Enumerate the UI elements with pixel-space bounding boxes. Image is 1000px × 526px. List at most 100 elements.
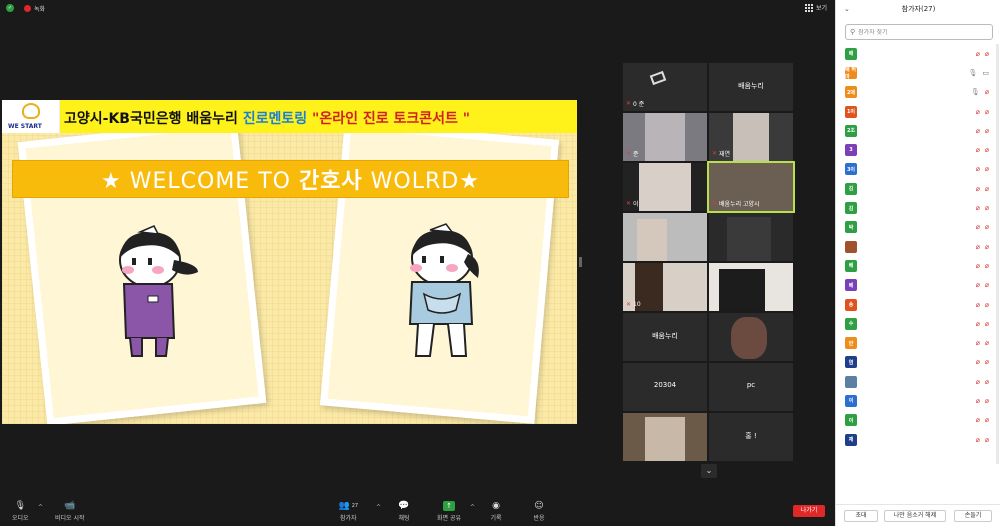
participant-row[interactable]: 2매 🎙 ⌀ — [836, 83, 1000, 102]
microphone-muted-icon[interactable]: ⌀ — [976, 281, 980, 289]
audio-button[interactable]: 🎙 오디오 — [12, 500, 29, 523]
invite-button[interactable]: 초대 — [844, 510, 878, 522]
microphone-muted-icon[interactable]: ⌀ — [976, 436, 980, 444]
participant-row[interactable]: 박 ⌀ ⌀ — [836, 218, 1000, 237]
chevron-down-icon[interactable]: ⌄ — [701, 464, 717, 478]
share-screen-button[interactable]: ↑ 화면 공유 — [437, 500, 461, 522]
participant-row[interactable]: 3이 ⌀ ⌀ — [836, 160, 1000, 179]
participant-row[interactable]: 염 ⌀ ⌀ — [836, 353, 1000, 372]
microphone-icon[interactable]: 🎙 — [971, 88, 980, 96]
camera-off-icon[interactable]: ⌀ — [985, 204, 989, 212]
participant-row[interactable]: 베 ⌀ ⌀ — [836, 276, 1000, 295]
microphone-muted-icon[interactable]: ⌀ — [976, 204, 980, 212]
camera-off-icon[interactable]: ⌀ — [985, 185, 989, 193]
microphone-muted-icon[interactable]: ⌀ — [976, 165, 980, 173]
participant-row[interactable]: 베 ⌀ ⌀ — [836, 256, 1000, 275]
camera-icon[interactable]: ▭ — [982, 69, 989, 77]
microphone-muted-icon[interactable]: ⌀ — [976, 223, 980, 231]
camera-off-icon[interactable]: ⌀ — [985, 262, 989, 270]
camera-off-icon[interactable]: ⌀ — [985, 127, 989, 135]
participant-row[interactable]: 1이 ⌀ ⌀ — [836, 102, 1000, 121]
microphone-icon[interactable]: 🎙 — [968, 69, 977, 77]
video-tile[interactable]: 배움누리 — [709, 63, 793, 111]
participant-row[interactable]: 송 ⌀ ⌀ — [836, 295, 1000, 314]
microphone-muted-icon[interactable]: ⌀ — [976, 127, 980, 135]
video-tile[interactable] — [709, 213, 793, 261]
camera-off-icon[interactable]: ⌀ — [985, 281, 989, 289]
microphone-muted-icon[interactable]: ⌀ — [976, 358, 980, 366]
chat-button[interactable]: 💬 채팅 — [398, 500, 410, 523]
camera-off-icon[interactable]: ⌀ — [985, 108, 989, 116]
participant-row[interactable]: ⌀ ⌀ — [836, 372, 1000, 391]
microphone-muted-icon[interactable]: ⌀ — [976, 397, 980, 405]
video-tile[interactable] — [709, 313, 793, 361]
video-tile[interactable]: pc — [709, 363, 793, 411]
video-tile-active-speaker[interactable]: ✕ 배움누리 고양시 — [707, 161, 795, 213]
microphone-muted-icon[interactable]: ⌀ — [976, 301, 980, 309]
leave-button[interactable]: 나가기 — [793, 505, 825, 517]
microphone-muted-icon[interactable]: ⌀ — [976, 262, 980, 270]
microphone-muted-icon[interactable]: ⌀ — [976, 320, 980, 328]
reactions-button[interactable]: ☺ 반응 — [533, 500, 545, 523]
raise-hand-button[interactable]: 손들기 — [954, 510, 992, 522]
camera-off-icon[interactable]: ⌀ — [985, 320, 989, 328]
participant-row[interactable]: 이 ⌀ ⌀ — [836, 391, 1000, 410]
video-tile[interactable]: 배움누리 — [623, 313, 707, 361]
camera-off-icon[interactable]: ⌀ — [985, 358, 989, 366]
camera-off-icon[interactable]: ⌀ — [985, 243, 989, 251]
video-button[interactable]: 📹 비디오 시작 — [55, 500, 85, 523]
participant-row[interactable]: 김 ⌀ ⌀ — [836, 179, 1000, 198]
video-tile[interactable]: ✕ 10 — [623, 263, 707, 311]
participant-row[interactable]: 안 ⌀ ⌀ — [836, 333, 1000, 352]
participant-row[interactable]: 배 허마 🎙 ▭ — [836, 63, 1000, 82]
participants-button[interactable]: 👥 27 참가자 — [338, 500, 358, 523]
microphone-muted-icon[interactable]: ⌀ — [976, 378, 980, 386]
microphone-muted-icon[interactable]: ⌀ — [976, 243, 980, 251]
camera-off-icon[interactable]: ⌀ — [985, 301, 989, 309]
video-tile[interactable]: ✕ 재연 — [709, 113, 793, 161]
video-tile[interactable]: ✕ 준 — [623, 113, 707, 161]
camera-off-icon[interactable]: ⌀ — [985, 397, 989, 405]
participant-row[interactable]: 김 ⌀ ⌀ — [836, 198, 1000, 217]
video-tile[interactable] — [623, 213, 707, 261]
microphone-muted-icon[interactable]: ⌀ — [976, 108, 980, 116]
camera-off-icon[interactable]: ⌀ — [985, 339, 989, 347]
collapse-handle[interactable] — [579, 257, 582, 267]
microphone-muted-icon[interactable]: ⌀ — [976, 185, 980, 193]
video-tile[interactable] — [623, 413, 707, 461]
video-tile[interactable]: 20304 — [623, 363, 707, 411]
video-tile[interactable]: ✕ 이 — [623, 163, 707, 211]
participant-row[interactable]: 2조 ⌀ ⌀ — [836, 121, 1000, 140]
video-tile[interactable] — [709, 263, 793, 311]
view-button[interactable]: 보기 — [804, 3, 827, 12]
video-tile[interactable]: 홍 ! — [709, 413, 793, 461]
microphone-muted-icon[interactable]: ⌀ — [976, 146, 980, 154]
participant-row[interactable]: 재 ⌀ ⌀ — [836, 430, 1000, 449]
camera-off-icon[interactable]: ⌀ — [985, 416, 989, 424]
tile-name: 10 — [633, 301, 641, 308]
audio-options-caret[interactable]: ^ — [38, 504, 43, 511]
camera-off-icon[interactable]: ⌀ — [985, 378, 989, 386]
unmute-me-button[interactable]: 나만 음소거 해제 — [884, 510, 946, 522]
participant-row[interactable]: 수 ⌀ ⌀ — [836, 314, 1000, 333]
participant-row[interactable]: 이 ⌀ ⌀ — [836, 411, 1000, 430]
search-input[interactable] — [858, 28, 979, 36]
shield-icon[interactable]: ✓ — [6, 4, 14, 12]
participant-row[interactable]: 3 ⌀ ⌀ — [836, 140, 1000, 159]
camera-off-icon[interactable]: ⌀ — [985, 146, 989, 154]
microphone-muted-icon[interactable]: ⌀ — [976, 50, 980, 58]
camera-off-icon[interactable]: ⌀ — [985, 165, 989, 173]
participant-row[interactable]: ⌀ ⌀ — [836, 237, 1000, 256]
camera-off-icon[interactable]: ⌀ — [985, 223, 989, 231]
camera-off-icon[interactable]: ⌀ — [985, 50, 989, 58]
participants-options-caret[interactable]: ^ — [376, 504, 381, 511]
microphone-muted-icon[interactable]: ⌀ — [976, 339, 980, 347]
video-tile[interactable]: ✕ 0 준 — [623, 63, 707, 111]
share-options-caret[interactable]: ^ — [470, 504, 475, 511]
participant-search[interactable]: ⚲ — [845, 24, 993, 40]
camera-off-icon[interactable]: ⌀ — [985, 436, 989, 444]
microphone-muted-icon[interactable]: ⌀ — [976, 416, 980, 424]
record-button[interactable]: ◉ 기록 — [490, 500, 502, 523]
participant-row[interactable]: 배 ⌀ ⌀ — [836, 44, 1000, 63]
camera-off-icon[interactable]: ⌀ — [985, 88, 989, 96]
